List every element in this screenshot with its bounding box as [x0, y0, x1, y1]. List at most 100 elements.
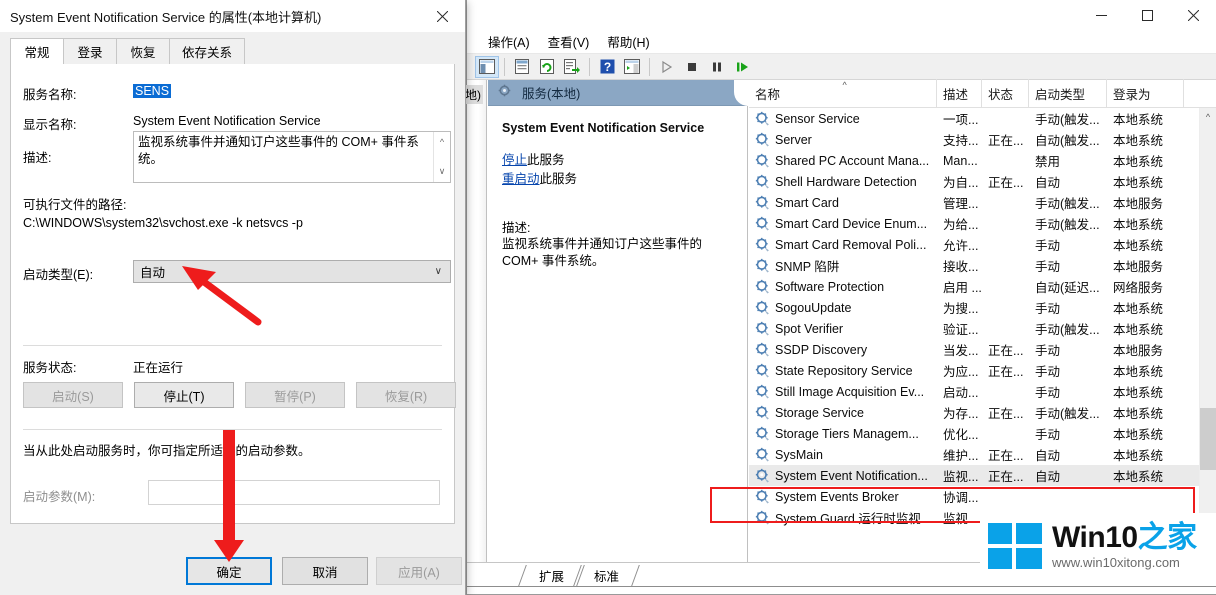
- cell-name: Smart Card Removal Poli...: [749, 237, 937, 252]
- start-parameters-label: 启动参数(M):: [23, 490, 96, 504]
- start-service-icon[interactable]: [655, 56, 679, 78]
- menu-view[interactable]: 查看(V): [539, 29, 599, 54]
- cell-logon: 本地系统: [1113, 365, 1164, 379]
- description-textarea[interactable]: 监视系统事件并通知订户这些事件的 COM+ 事件系统。 ^ ∨: [133, 131, 451, 183]
- table-row[interactable]: Smart Card 管理... 手动(触发... 本地服务: [749, 192, 1199, 213]
- scroll-up-arrow-icon[interactable]: ^: [440, 134, 444, 151]
- start-parameters-input[interactable]: [148, 480, 440, 505]
- table-row[interactable]: Storage Service 为存... 正在... 手动(触发... 本地系统: [749, 402, 1199, 423]
- cell-desc: 维护...: [943, 449, 979, 463]
- table-row[interactable]: Still Image Acquisition Ev... 启动... 手动 本地系统: [749, 381, 1199, 402]
- cell-startup: 手动(触发...: [1035, 218, 1100, 232]
- cell-desc: 为自...: [943, 176, 979, 190]
- column-header-name[interactable]: 名称 ^: [749, 79, 937, 107]
- menu-help[interactable]: 帮助(H): [598, 29, 658, 54]
- dialog-close-button[interactable]: [419, 0, 465, 32]
- cell-logon: 本地系统: [1113, 218, 1164, 232]
- pause-service-icon[interactable]: [705, 56, 729, 78]
- show-hide-tree-icon[interactable]: [475, 55, 499, 78]
- apply-button[interactable]: 应用(A): [376, 557, 462, 585]
- stop-service-button[interactable]: 停止(T): [134, 382, 234, 408]
- service-name-text: Smart Card Removal Poli...: [775, 237, 927, 252]
- cell-logon: 本地服务: [1113, 344, 1164, 358]
- menu-action[interactable]: 操作(A): [479, 29, 539, 54]
- cell-name: Smart Card: [749, 195, 937, 210]
- table-row[interactable]: Shell Hardware Detection 为自... 正在... 自动 本地系统: [749, 171, 1199, 192]
- show-action-pane-icon[interactable]: [620, 56, 644, 78]
- scroll-up-arrow-icon[interactable]: ^: [1200, 108, 1216, 125]
- column-header-description[interactable]: 描述: [937, 79, 982, 107]
- menu-bar: 操作(A) 查看(V) 帮助(H): [467, 30, 1216, 54]
- column-header-status[interactable]: 状态: [982, 79, 1029, 107]
- detail-service-links: 停止此服务 重启动此服务: [502, 151, 735, 189]
- bottom-tab-row: 扩展 标准: [518, 565, 640, 586]
- services-gear-icon: [498, 84, 512, 101]
- column-header-logon-as[interactable]: 登录为: [1107, 79, 1184, 107]
- restart-service-link-row[interactable]: 重启动此服务: [502, 170, 735, 189]
- table-row[interactable]: System Event Notification... 监视... 正在... 自动…: [749, 465, 1199, 486]
- cell-startup: 手动: [1035, 344, 1061, 358]
- cell-desc: 优化...: [943, 428, 979, 442]
- service-name-text: Spot Verifier: [775, 321, 844, 336]
- services-list-scrollbar[interactable]: ^: [1199, 108, 1216, 562]
- bottom-tab-standard[interactable]: 标准: [573, 565, 640, 586]
- description-scrollbar[interactable]: ^ ∨: [433, 132, 450, 182]
- maximize-button[interactable]: [1124, 0, 1170, 30]
- restart-service-link[interactable]: 重启动: [502, 172, 540, 186]
- startup-type-dropdown[interactable]: 自动 ∨: [133, 260, 451, 283]
- watermark-brand-black: Win10: [1052, 521, 1138, 554]
- table-row[interactable]: SogouUpdate 为搜... 手动 本地系统: [749, 297, 1199, 318]
- ok-button[interactable]: 确定: [186, 557, 272, 585]
- cell-desc: 为存...: [943, 407, 979, 421]
- pause-service-button[interactable]: 暂停(P): [245, 382, 345, 408]
- scroll-down-arrow-icon[interactable]: ∨: [439, 163, 446, 180]
- tab-logon[interactable]: 登录: [63, 38, 117, 64]
- table-row[interactable]: Spot Verifier 验证... 手动(触发... 本地系统: [749, 318, 1199, 339]
- start-service-button[interactable]: 启动(S): [23, 382, 123, 408]
- restart-service-icon[interactable]: [730, 56, 754, 78]
- help-icon[interactable]: ?: [595, 56, 619, 78]
- restart-service-link-tail: 此服务: [539, 172, 578, 186]
- cell-name: Storage Tiers Managem...: [749, 426, 937, 441]
- close-button[interactable]: [1170, 0, 1216, 30]
- table-row[interactable]: Shared PC Account Mana... Man... 禁用 本地系统: [749, 150, 1199, 171]
- stop-service-link-row[interactable]: 停止此服务: [502, 151, 735, 170]
- table-row[interactable]: SNMP 陷阱 接收... 手动 本地服务: [749, 255, 1199, 276]
- watermark-url: www.win10xitong.com: [1052, 555, 1180, 570]
- cell-name: System Event Notification...: [749, 468, 937, 483]
- table-row[interactable]: Smart Card Removal Poli... 允许... 手动 本地系统: [749, 234, 1199, 255]
- column-header-startup-type[interactable]: 启动类型: [1029, 79, 1107, 107]
- cell-desc: 监视...: [943, 470, 979, 484]
- cell-startup: 手动: [1035, 260, 1061, 274]
- table-row[interactable]: Smart Card Device Enum... 为给... 手动(触发... 本地…: [749, 213, 1199, 234]
- service-status-label: 服务状态:: [23, 361, 77, 375]
- scrollbar-thumb[interactable]: [1200, 408, 1216, 470]
- cell-startup: 自动(触发...: [1035, 134, 1100, 148]
- table-row[interactable]: State Repository Service 为应... 正在... 手动 本地系统: [749, 360, 1199, 381]
- toolbar: ?: [467, 54, 1216, 80]
- table-row[interactable]: Software Protection 启用 ... 自动(延迟... 网络服务: [749, 276, 1199, 297]
- cell-logon: 本地系统: [1113, 449, 1164, 463]
- dialog-titlebar: System Event Notification Service 的属性(本地…: [0, 0, 465, 32]
- bottom-tab-extended[interactable]: 扩展: [518, 565, 585, 586]
- export-list-icon[interactable]: [560, 56, 584, 78]
- refresh-icon[interactable]: [535, 56, 559, 78]
- toolbar-separator: [504, 57, 505, 76]
- cancel-button[interactable]: 取消: [282, 557, 368, 585]
- cell-startup: 自动: [1035, 470, 1061, 484]
- resume-service-button[interactable]: 恢复(R): [356, 382, 456, 408]
- tab-dependencies[interactable]: 依存关系: [169, 38, 246, 64]
- table-row[interactable]: Storage Tiers Managem... 优化... 手动 本地系统: [749, 423, 1199, 444]
- minimize-button[interactable]: [1078, 0, 1124, 30]
- stop-service-icon[interactable]: [680, 56, 704, 78]
- bottom-tab-extended-label: 扩展: [539, 570, 565, 584]
- stop-service-link[interactable]: 停止: [502, 153, 527, 167]
- table-row[interactable]: Sensor Service 一项... 手动(触发... 本地系统: [749, 108, 1199, 129]
- table-row[interactable]: SysMain 维护... 正在... 自动 本地系统: [749, 444, 1199, 465]
- table-row[interactable]: Server 支持... 正在... 自动(触发... 本地系统: [749, 129, 1199, 150]
- table-row[interactable]: SSDP Discovery 当发... 正在... 手动 本地服务: [749, 339, 1199, 360]
- properties-icon[interactable]: [510, 56, 534, 78]
- cell-desc: Man...: [943, 153, 978, 168]
- tab-recovery[interactable]: 恢复: [116, 38, 170, 64]
- tab-general[interactable]: 常规: [10, 38, 64, 64]
